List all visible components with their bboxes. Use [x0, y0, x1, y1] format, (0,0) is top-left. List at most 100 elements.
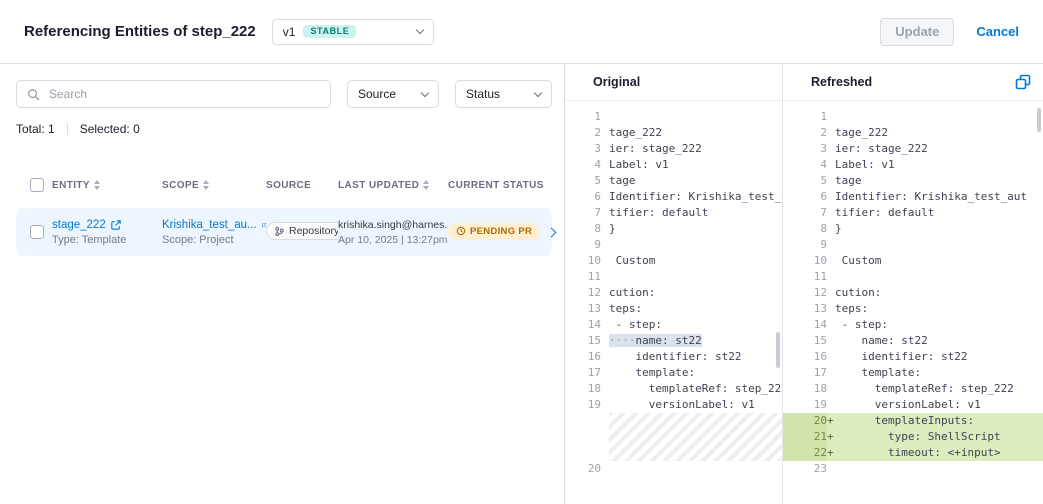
code-line: 15 name: st22	[783, 333, 1043, 349]
line-number: 14	[565, 317, 601, 333]
column-label: LAST UPDATED	[338, 180, 419, 191]
code-text: Label: v1	[827, 157, 1043, 173]
code-line: 9	[565, 237, 782, 253]
row-checkbox[interactable]	[30, 225, 44, 239]
code-text	[827, 237, 1043, 253]
scrollbar-thumb[interactable]	[1037, 108, 1041, 132]
code-text	[601, 109, 782, 125]
source-badge-label: Repository	[289, 225, 338, 237]
code-line: 13teps:	[783, 301, 1043, 317]
source-cell: Repository	[266, 222, 338, 242]
search-icon	[27, 88, 40, 101]
code-text: versionLabel: v1	[827, 397, 1043, 413]
line-number: 18	[783, 381, 827, 397]
line-number: 22+	[783, 445, 827, 461]
code-line: 19 versionLabel: v1	[783, 397, 1043, 413]
refreshed-code: 12tage_2223ier: stage_2224Label: v15tage…	[783, 101, 1043, 504]
code-text: Custom	[827, 253, 1043, 269]
code-line: 10 Custom	[565, 253, 782, 269]
scope-cell: Krishika_test_au... Scope: Project	[162, 219, 266, 246]
code-text: identifier: st22	[601, 349, 782, 365]
line-number: 11	[565, 269, 601, 285]
code-text	[601, 269, 782, 285]
line-number: 3	[565, 141, 601, 157]
code-text: versionLabel: v1	[601, 397, 782, 413]
line-number: 19	[783, 397, 827, 413]
search-input[interactable]	[47, 86, 320, 102]
referencing-entities-page: Referencing Entities of step_222 v1 STAB…	[0, 0, 1043, 504]
main-content: Source Status Total: 1 Selected: 0 ENTIT…	[0, 64, 1043, 504]
original-code: 12tage_2223ier: stage_2224Label: v15tage…	[565, 101, 782, 504]
stable-badge: STABLE	[303, 25, 356, 39]
row-expand-chevron-icon[interactable]	[547, 227, 557, 237]
code-text: tage	[827, 173, 1043, 189]
scope-link[interactable]: Krishika_test_au...	[162, 219, 266, 231]
source-badge: Repository	[266, 222, 338, 240]
line-number: 14	[783, 317, 827, 333]
code-line: 6Identifier: Krishika_test_aut	[783, 189, 1043, 205]
line-number: 9	[565, 237, 601, 253]
cancel-button[interactable]: Cancel	[976, 24, 1019, 39]
copy-icon	[1015, 74, 1031, 90]
code-line: 2tage_222	[783, 125, 1043, 141]
version-value: v1	[283, 25, 296, 39]
column-scope: SCOPE	[162, 180, 266, 191]
status-filter-label: Status	[466, 87, 500, 101]
column-source: SOURCE	[266, 180, 338, 191]
search-box[interactable]	[16, 80, 331, 108]
code-text: ier: stage_222	[601, 141, 782, 157]
code-text: ····name: st22	[601, 333, 782, 349]
sort-icon[interactable]	[203, 180, 209, 190]
line-number: 10	[565, 253, 601, 269]
update-button[interactable]: Update	[880, 18, 954, 46]
code-line: 6Identifier: Krishika_test_aut	[565, 189, 782, 205]
entity-link[interactable]: stage_222	[52, 219, 162, 231]
column-label: ENTITY	[52, 180, 90, 191]
column-label: SCOPE	[162, 180, 199, 191]
code-line: 5tage	[783, 173, 1043, 189]
updated-at: Apr 10, 2025 | 13:27pm	[338, 234, 448, 246]
line-number: 6	[565, 189, 601, 205]
sort-icon[interactable]	[94, 180, 100, 190]
entity-name-link[interactable]: stage_222	[52, 219, 106, 231]
line-number: 7	[783, 205, 827, 221]
code-text: teps:	[827, 301, 1043, 317]
source-filter-dropdown[interactable]: Source	[347, 80, 439, 108]
code-line: 14 - step:	[565, 317, 782, 333]
line-number: 6	[783, 189, 827, 205]
line-number: 5	[565, 173, 601, 189]
code-line: 5tage	[565, 173, 782, 189]
select-all-checkbox[interactable]	[30, 178, 44, 192]
status-filter-dropdown[interactable]: Status	[455, 80, 552, 108]
copy-button[interactable]	[1015, 74, 1031, 90]
code-text	[601, 461, 782, 477]
status-badge: PENDING PR	[448, 223, 540, 240]
code-text: templateRef: step_222	[601, 381, 782, 397]
code-text: templateInputs:	[827, 413, 1043, 429]
entity-cell: stage_222 Type: Template	[52, 219, 162, 246]
code-text: - step:	[827, 317, 1043, 333]
table-header: ENTITY SCOPE SOURCE LAST UPDATED	[16, 178, 552, 192]
table-row[interactable]: stage_222 Type: Template Krishika_test_a…	[16, 208, 552, 256]
sort-icon[interactable]	[423, 180, 429, 190]
code-line: 3ier: stage_222	[565, 141, 782, 157]
code-line: 17 template:	[565, 365, 782, 381]
column-label: CURRENT STATUS	[448, 180, 544, 191]
chevron-down-icon	[534, 88, 542, 96]
selection-summary: Total: 1 Selected: 0	[16, 122, 552, 136]
line-number: 15	[783, 333, 827, 349]
line-number: 7	[565, 205, 601, 221]
diff-viewer: Original 12tage_2223ier: stage_2224Label…	[565, 64, 1043, 504]
scrollbar-thumb[interactable]	[776, 332, 780, 368]
code-text	[827, 109, 1043, 125]
line-number: 11	[783, 269, 827, 285]
code-text: identifier: st22	[827, 349, 1043, 365]
original-title: Original	[593, 75, 640, 89]
code-line: 3ier: stage_222	[783, 141, 1043, 157]
code-text: Label: v1	[601, 157, 782, 173]
version-selector[interactable]: v1 STABLE	[272, 19, 434, 45]
column-entity: ENTITY	[52, 180, 162, 191]
entities-table: ENTITY SCOPE SOURCE LAST UPDATED	[16, 178, 552, 256]
selected-count: Selected: 0	[80, 122, 140, 136]
scope-name-link[interactable]: Krishika_test_au...	[162, 219, 257, 231]
